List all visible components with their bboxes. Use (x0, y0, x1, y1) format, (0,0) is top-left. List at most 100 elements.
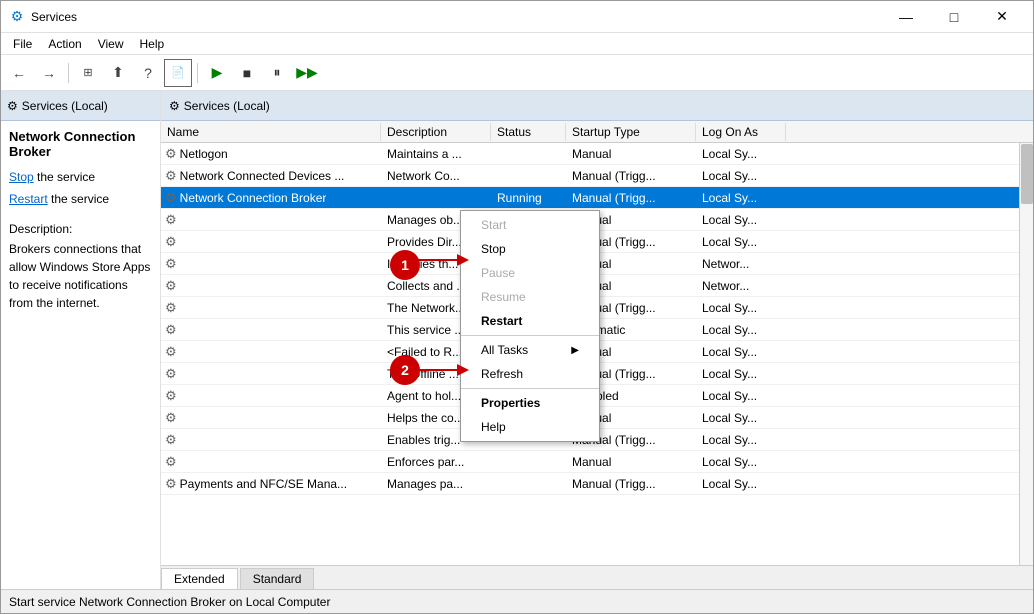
gear-icon: ⚙ (165, 212, 177, 228)
close-button[interactable]: ✕ (979, 1, 1025, 33)
stop-service-line: Stop the service (9, 167, 152, 189)
forward-button[interactable]: → (35, 59, 63, 87)
stop-link[interactable]: Stop (9, 170, 34, 184)
toolbar-sep-2 (197, 63, 198, 83)
row-startup-cell: Manual (Trigg... (566, 189, 696, 207)
restart-button[interactable]: ▶▶ (293, 59, 321, 87)
row-desc-cell: Enforces par... (381, 453, 491, 471)
row-status-cell (491, 152, 566, 156)
title-bar: ⚙ Services — □ ✕ (1, 1, 1033, 33)
description-label: Description: (9, 222, 152, 236)
col-header-desc[interactable]: Description (381, 123, 491, 141)
table-row[interactable]: ⚙Network Connection Broker RunningManual … (161, 187, 1033, 209)
table-row[interactable]: ⚙Payments and NFC/SE Mana...Manages pa..… (161, 473, 1033, 495)
context-menu-item-label: Pause (481, 266, 515, 280)
row-name-cell: ⚙ (161, 452, 381, 472)
context-menu: StartStop Pause Resume Restart All Tasks▶Ref… (460, 210, 600, 442)
maximize-button[interactable]: □ (931, 1, 977, 33)
row-status-cell (491, 460, 566, 464)
restart-suffix: the service (48, 192, 109, 206)
gear-icon: ⚙ (165, 146, 177, 162)
row-logon-cell: Local Sy... (696, 343, 786, 361)
pause-button[interactable]: ⏸ (263, 59, 291, 87)
left-panel-header: ⚙ Services (Local) (1, 91, 160, 121)
row-desc-cell: Network Co... (381, 167, 491, 185)
row-name-cell: ⚙ (161, 320, 381, 340)
restart-service-line: Restart the service (9, 189, 152, 211)
minimize-button[interactable]: — (883, 1, 929, 33)
scrollbar-thumb[interactable] (1021, 144, 1033, 204)
context-menu-item-pause: Pause (461, 261, 599, 285)
col-header-logon[interactable]: Log On As (696, 123, 786, 141)
show-hide-console-button[interactable]: ⊞ (74, 59, 102, 87)
scrollbar-track[interactable] (1019, 143, 1033, 565)
window-controls: — □ ✕ (883, 1, 1025, 33)
selected-service-name: Network Connection Broker (9, 129, 152, 159)
menu-file[interactable]: File (5, 35, 40, 53)
table-row[interactable]: ⚙Enforces par...ManualLocal Sy... (161, 451, 1033, 473)
row-status-cell: Running (491, 189, 566, 207)
row-status-cell (491, 482, 566, 486)
gear-icon: ⚙ (165, 190, 177, 206)
play-button[interactable]: ▶ (203, 59, 231, 87)
tab-standard[interactable]: Standard (240, 568, 315, 589)
export-button[interactable]: 📄 (164, 59, 192, 87)
row-name-cell: ⚙ (161, 408, 381, 428)
left-panel-title: Services (Local) (22, 99, 108, 113)
context-menu-item-all-tasks[interactable]: All Tasks▶ (461, 338, 599, 362)
stop-button[interactable]: ■ (233, 59, 261, 87)
row-logon-cell: Networ... (696, 277, 786, 295)
gear-icon: ⚙ (165, 234, 177, 250)
row-desc-cell: Manages pa... (381, 475, 491, 493)
context-menu-item-refresh[interactable]: Refresh (461, 362, 599, 386)
gear-icon: ⚙ (165, 476, 177, 492)
show-help-button[interactable]: ? (134, 59, 162, 87)
menu-view[interactable]: View (90, 35, 132, 53)
context-menu-item-start: Start (461, 213, 599, 237)
context-menu-item-label: All Tasks (481, 343, 528, 357)
step-1-circle: 1 (390, 250, 420, 280)
context-menu-item-label: Properties (481, 396, 540, 410)
row-logon-cell: Local Sy... (696, 409, 786, 427)
service-actions: Stop the service Restart the service (9, 167, 152, 210)
gear-icon: ⚙ (165, 168, 177, 184)
context-menu-item-restart[interactable]: Restart (461, 309, 599, 333)
col-header-status[interactable]: Status (491, 123, 566, 141)
context-menu-separator (461, 388, 599, 389)
row-name-cell: ⚙ (161, 342, 381, 362)
stop-suffix: the service (34, 170, 95, 184)
row-startup-cell: Manual (Trigg... (566, 167, 696, 185)
col-header-startup[interactable]: Startup Type (566, 123, 696, 141)
context-menu-separator (461, 335, 599, 336)
table-row[interactable]: ⚙Network Connected Devices ...Network Co… (161, 165, 1033, 187)
row-logon-cell: Networ... (696, 255, 786, 273)
context-menu-item-label: Restart (481, 314, 522, 328)
step-1-label: 1 (401, 257, 409, 273)
row-status-cell (491, 174, 566, 178)
row-logon-cell: Local Sy... (696, 299, 786, 317)
menu-action[interactable]: Action (40, 35, 89, 53)
row-logon-cell: Local Sy... (696, 431, 786, 449)
context-menu-item-properties[interactable]: Properties (461, 391, 599, 415)
row-startup-cell: Manual (Trigg... (566, 475, 696, 493)
restart-link[interactable]: Restart (9, 192, 48, 206)
col-header-name[interactable]: Name (161, 123, 381, 141)
table-row[interactable]: ⚙NetlogonMaintains a ...ManualLocal Sy..… (161, 143, 1033, 165)
context-menu-item-label: Resume (481, 290, 526, 304)
gear-icon: ⚙ (165, 410, 177, 426)
row-logon-cell: Local Sy... (696, 211, 786, 229)
tab-extended[interactable]: Extended (161, 568, 238, 589)
context-menu-item-resume: Resume (461, 285, 599, 309)
row-name-cell: ⚙ (161, 232, 381, 252)
toolbar: ← → ⊞ ⬆ ? 📄 ▶ ■ ⏸ ▶▶ (1, 55, 1033, 91)
row-name-cell: ⚙Network Connected Devices ... (161, 166, 381, 186)
menu-help[interactable]: Help (132, 35, 173, 53)
context-menu-item-stop[interactable]: Stop (461, 237, 599, 261)
services-local-icon: ⚙ (7, 99, 18, 113)
context-menu-item-help[interactable]: Help (461, 415, 599, 439)
gear-icon: ⚙ (165, 388, 177, 404)
row-name-cell: ⚙Network Connection Broker (161, 188, 381, 208)
back-button[interactable]: ← (5, 59, 33, 87)
window-title: Services (31, 10, 883, 24)
up-button[interactable]: ⬆ (104, 59, 132, 87)
